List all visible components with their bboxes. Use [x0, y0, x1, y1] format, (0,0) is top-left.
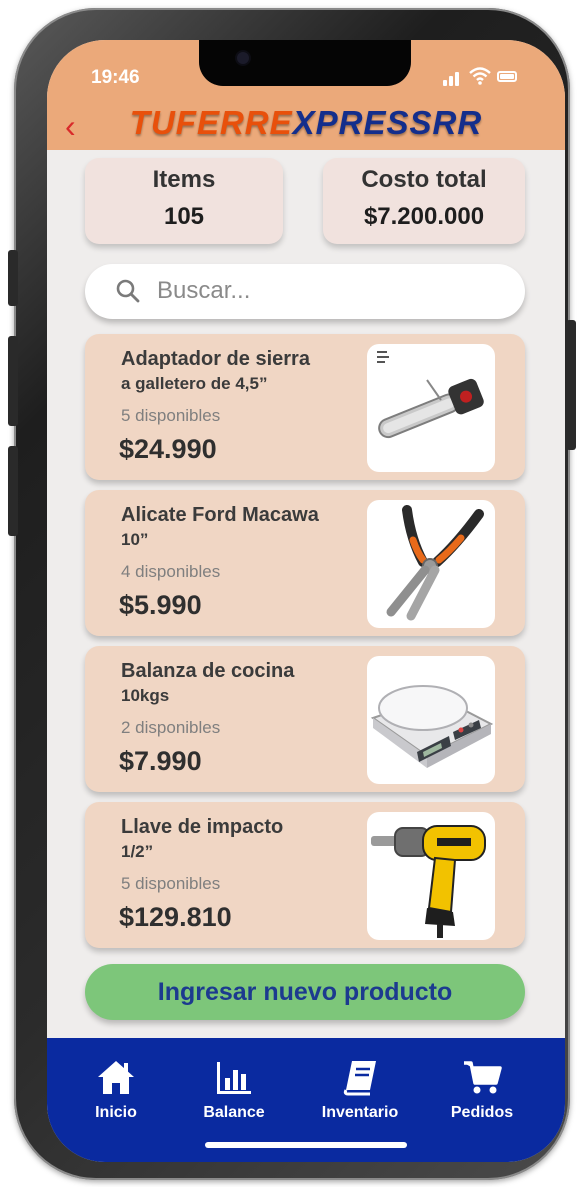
battery-icon: [497, 71, 517, 82]
product-stock: 4 disponibles: [121, 562, 221, 581]
product-card[interactable]: Adaptador de sierra a galletero de 4,5” …: [85, 334, 525, 480]
home-indicator[interactable]: [205, 1142, 407, 1148]
brand-part-1: TUFERRE: [129, 104, 293, 141]
product-price: $7.990: [119, 746, 202, 776]
pliers-image: [367, 500, 495, 628]
product-name-line1: Adaptador de sierra: [121, 348, 310, 370]
mute-switch: [8, 250, 18, 306]
total-cost-card: Costo total $7.200.000: [323, 158, 525, 244]
app-screen: 19:46 ‹ TUFERREXPRESSRR Items 105 Costo …: [47, 40, 565, 1162]
product-stock: 5 disponibles: [121, 406, 221, 425]
product-card[interactable]: Balanza de cocina 10kgs 2 disponibles $7…: [85, 646, 525, 792]
front-camera: [237, 52, 249, 64]
search-icon: [116, 279, 140, 303]
search-input[interactable]: Buscar...: [157, 277, 250, 305]
notch: [199, 40, 411, 86]
search-bar[interactable]: Buscar...: [85, 264, 525, 319]
product-name: Adaptador de sierra a galletero de 4,5”: [121, 346, 351, 396]
product-name-line2: 10kgs: [121, 686, 170, 705]
items-label: Items: [152, 166, 216, 193]
product-price: $5.990: [119, 590, 202, 620]
product-name: Balanza de cocina 10kgs: [121, 658, 351, 708]
book-icon: [343, 1061, 376, 1096]
tab-pedidos[interactable]: Pedidos: [427, 1058, 537, 1122]
brand-part-2: XPRESSRR: [292, 104, 483, 141]
product-price: $24.990: [119, 434, 217, 464]
product-price: $129.810: [119, 902, 232, 932]
signal-icon: [449, 76, 453, 86]
power-button: [566, 320, 576, 450]
status-time: 19:46: [91, 67, 140, 88]
signal-icon: [455, 72, 459, 86]
wifi-icon: [469, 67, 491, 85]
product-name-line2: a galletero de 4,5”: [121, 374, 268, 393]
signal-icon: [443, 80, 447, 86]
home-icon: [98, 1061, 134, 1094]
tab-inventario[interactable]: Inventario: [305, 1058, 415, 1122]
product-name-line1: Alicate Ford Macawa: [121, 504, 319, 526]
tab-balance[interactable]: Balance: [179, 1058, 289, 1122]
product-name: Llave de impacto 1/2”: [121, 814, 351, 864]
product-name-line1: Llave de impacto: [121, 816, 284, 838]
tab-label: Pedidos: [450, 1104, 514, 1121]
volume-up-button: [8, 336, 18, 426]
product-card[interactable]: Alicate Ford Macawa 10” 4 disponibles $5…: [85, 490, 525, 636]
tab-label: Inventario: [321, 1104, 399, 1121]
impact-wrench-image: [367, 812, 495, 940]
status-icons: [443, 66, 533, 86]
product-stock: 5 disponibles: [121, 874, 221, 893]
product-name-line2: 1/2”: [121, 842, 154, 861]
app-brand-title: TUFERREXPRESSRR: [47, 104, 565, 142]
product-name-line1: Balanza de cocina: [121, 660, 295, 682]
volume-down-button: [8, 446, 18, 536]
chainsaw-adapter-image: [367, 344, 495, 472]
total-cost-value: $7.200.000: [363, 203, 485, 230]
kitchen-scale-image: [367, 656, 495, 784]
tab-label: Inicio: [95, 1104, 137, 1121]
bar-chart-icon: [217, 1062, 251, 1094]
product-card[interactable]: Llave de impacto 1/2” 5 disponibles $129…: [85, 802, 525, 948]
total-cost-label: Costo total: [361, 166, 487, 193]
tab-label: Balance: [203, 1104, 265, 1121]
cart-icon: [464, 1061, 502, 1094]
bottom-tab-bar: Inicio Balance Inventario Pedidos: [47, 1038, 565, 1162]
product-name-line2: 10”: [121, 530, 149, 549]
app-header: 19:46 ‹ TUFERREXPRESSRR: [47, 40, 565, 150]
add-product-button[interactable]: Ingresar nuevo producto: [85, 964, 525, 1020]
product-name: Alicate Ford Macawa 10”: [121, 502, 351, 552]
tab-inicio[interactable]: Inicio: [61, 1058, 171, 1122]
items-summary-card: Items 105: [85, 158, 283, 244]
product-stock: 2 disponibles: [121, 718, 221, 737]
items-value: 105: [163, 203, 205, 230]
